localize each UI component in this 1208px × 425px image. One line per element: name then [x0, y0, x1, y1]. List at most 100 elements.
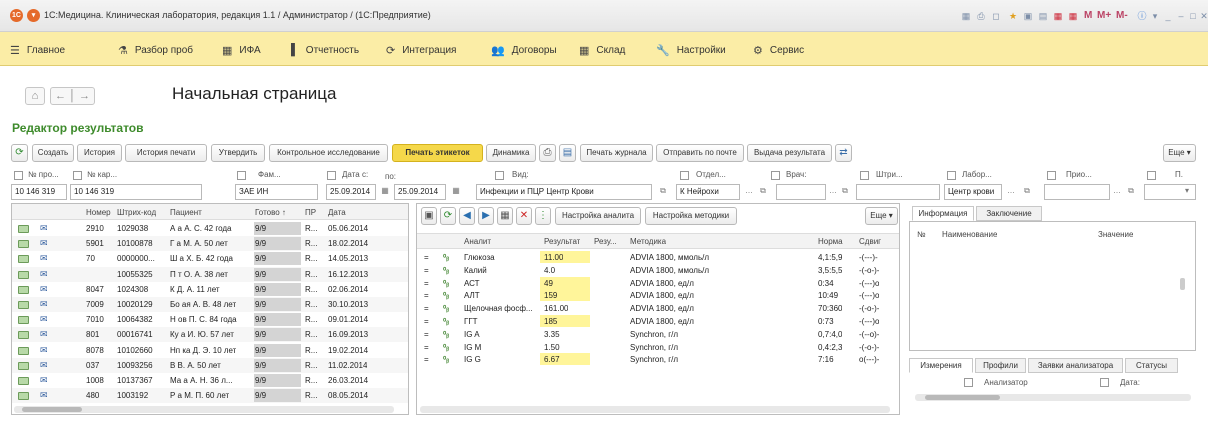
col-patient[interactable]: Пациент — [170, 208, 202, 217]
date-checkbox[interactable] — [1100, 378, 1109, 387]
memory-m-button[interactable]: М — [1084, 10, 1092, 21]
analyzer-checkbox[interactable] — [964, 378, 973, 387]
print-history-button[interactable]: История печати — [125, 144, 207, 162]
tab-information[interactable]: Информация — [912, 206, 974, 221]
date-to-input[interactable]: 25.09.2014 — [394, 184, 446, 200]
filter-barcode-checkbox[interactable] — [860, 171, 869, 180]
otdel-select-icon[interactable]: … — [742, 185, 756, 199]
filter-vid-checkbox[interactable] — [495, 171, 504, 180]
tab-profiles[interactable]: Профили — [975, 358, 1026, 373]
dropdown-icon[interactable]: ▾ — [1150, 11, 1160, 21]
menu-contracts[interactable]: 👥 Договоры — [491, 44, 557, 57]
fam-input[interactable]: ЗАЕ ИН — [235, 184, 318, 200]
preview-icon[interactable]: ◻ — [991, 11, 1001, 21]
priority-input[interactable] — [1044, 184, 1110, 200]
analyte-cell[interactable]: 49 — [544, 279, 553, 288]
tab-conclusion[interactable]: Заключение — [976, 206, 1042, 221]
dynamics-button[interactable]: Динамика — [486, 144, 536, 162]
col-norm[interactable]: Норма — [818, 237, 843, 246]
menu-settings[interactable]: 🔧 Настройки — [656, 44, 726, 57]
analytes-more-button[interactable]: Еще ▾ — [865, 207, 898, 225]
calendar-from-icon[interactable]: ▦ — [378, 185, 392, 199]
vrach-open-icon[interactable]: ⧉ — [838, 185, 852, 199]
col-barcode[interactable]: Штрих-код — [117, 208, 156, 217]
analyte-cell[interactable]: 3.35 — [544, 330, 560, 339]
analyte-cell[interactable]: 6.67 — [544, 355, 560, 364]
info-hscroll-thumb[interactable] — [925, 395, 1000, 400]
list-icon[interactable]: ⋮ — [535, 207, 551, 225]
col-date[interactable]: Дата — [328, 208, 346, 217]
otdel-open-icon[interactable]: ⧉ — [756, 185, 770, 199]
next-icon[interactable]: ▶ — [478, 207, 494, 225]
menu-sample-sorting[interactable]: ⚗ Разбор проб — [118, 44, 193, 57]
send-email-button[interactable]: Отправить по почте — [656, 144, 744, 162]
minimize-icon[interactable]: _ — [1163, 11, 1173, 21]
analyte-cell[interactable]: 4.0 — [544, 266, 555, 275]
back-forward-buttons[interactable]: ← │ → — [50, 87, 95, 105]
col-result2[interactable]: Резу... — [594, 237, 617, 246]
filter-priority-checkbox[interactable] — [1047, 171, 1056, 180]
preview-doc-icon[interactable]: ▤ — [559, 144, 576, 162]
print-labels-button[interactable]: Печать этикеток — [392, 144, 483, 162]
memory-plus-button[interactable]: М+ — [1097, 10, 1111, 21]
col-shift[interactable]: Сдвиг — [859, 237, 881, 246]
vid-input[interactable]: Инфекции и ПЦР Центр Крови — [476, 184, 652, 200]
analyte-cell[interactable]: 159 — [544, 291, 557, 300]
lab-select-icon[interactable]: … — [1004, 185, 1018, 199]
calculator-icon[interactable]: ▦ — [1068, 11, 1078, 21]
setup-method-button[interactable]: Настройка методики — [645, 207, 737, 225]
lab-input[interactable]: Центр крови — [944, 184, 1002, 200]
refresh-button[interactable]: ⟳ — [11, 144, 28, 162]
col-result[interactable]: Результат — [544, 237, 580, 246]
approve-button[interactable]: Утвердить — [211, 144, 265, 162]
analyte-refresh-icon[interactable]: ⟳ — [440, 207, 456, 225]
print-icon[interactable]: ⎙ — [976, 11, 986, 21]
col-analyte[interactable]: Аналит — [464, 237, 491, 246]
tab-analyzer-orders[interactable]: Заявки анализатора — [1028, 358, 1123, 373]
p-dropdown-icon[interactable]: ▾ — [1180, 185, 1194, 199]
lab-open-icon[interactable]: ⧉ — [1020, 185, 1034, 199]
calendar-icon[interactable]: ▦ — [1053, 11, 1063, 21]
info-vscroll-thumb[interactable] — [1180, 278, 1185, 290]
otdel-input[interactable]: К Нейрохи — [676, 184, 740, 200]
analyte-cell[interactable]: 1.50 — [544, 343, 560, 352]
save-icon[interactable]: ▣ — [421, 207, 437, 225]
menu-integration[interactable]: ⟳ Интеграция — [386, 44, 456, 57]
col-pr[interactable]: ПР — [305, 208, 316, 217]
close-icon[interactable]: ✕ — [1199, 11, 1208, 21]
info-icon[interactable]: ⓘ — [1137, 11, 1147, 21]
calendar-to-icon[interactable]: ▦ — [449, 185, 463, 199]
maximize-icon[interactable]: □ — [1188, 11, 1198, 21]
num-pro-input[interactable]: 10 146 319 — [11, 184, 67, 200]
setup-analyte-button[interactable]: Настройка аналита — [555, 207, 641, 225]
patients-hscroll-thumb[interactable] — [22, 407, 82, 412]
window-icon[interactable]: ▣ — [1023, 11, 1033, 21]
home-button[interactable]: ⌂ — [25, 87, 45, 105]
more-button[interactable]: Еще ▾ — [1163, 144, 1196, 162]
filter-otdel-checkbox[interactable] — [680, 171, 689, 180]
filter-fam-checkbox[interactable] — [237, 171, 246, 180]
col-number[interactable]: Номер — [86, 208, 111, 217]
filter-p-checkbox[interactable] — [1147, 171, 1156, 180]
analyte-cell[interactable]: 185 — [544, 317, 557, 326]
filter-date-checkbox[interactable] — [327, 171, 336, 180]
history-icon[interactable]: ▤ — [1038, 11, 1048, 21]
app-menu-icon[interactable]: ▾ — [27, 9, 40, 22]
analytes-hscroll[interactable] — [420, 406, 890, 413]
vid-open-icon[interactable]: ⧉ — [656, 185, 670, 199]
col-info-value[interactable]: Значение — [1098, 230, 1133, 239]
menu-main[interactable]: ☰ Главное — [10, 44, 65, 57]
table-icon[interactable]: ▦ — [497, 207, 513, 225]
minimize2-icon[interactable]: – — [1176, 11, 1186, 21]
filter-vrach-checkbox[interactable] — [771, 171, 780, 180]
menu-service[interactable]: ⚙ Сервис — [753, 44, 804, 57]
priority-select-icon[interactable]: … — [1110, 185, 1124, 199]
col-method[interactable]: Методика — [630, 237, 666, 246]
create-button[interactable]: Создать — [32, 144, 74, 162]
printer-icon[interactable]: ⎙ — [539, 144, 556, 162]
exchange-icon[interactable]: ⇄ — [835, 144, 852, 162]
history-button[interactable]: История — [77, 144, 122, 162]
grid-icon[interactable]: ▦ — [961, 11, 971, 21]
delete-icon[interactable]: ✕ — [516, 207, 532, 225]
menu-ifa[interactable]: ▦ ИФА — [222, 44, 261, 57]
